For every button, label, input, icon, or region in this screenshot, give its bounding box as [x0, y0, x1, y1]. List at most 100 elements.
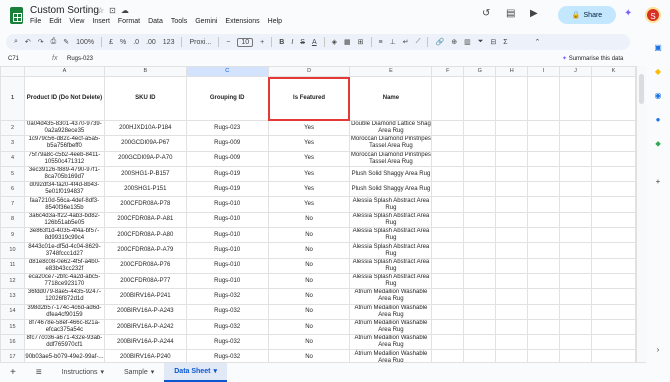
empty-cell[interactable]: [559, 349, 592, 362]
table-cell[interactable]: Yes: [267, 119, 351, 137]
empty-cell[interactable]: [495, 242, 529, 259]
empty-cell[interactable]: [463, 76, 497, 121]
table-cell[interactable]: 200CFDR08A-P78: [103, 196, 187, 213]
empty-cell[interactable]: [463, 211, 497, 229]
share-button[interactable]: 🔒 Share: [558, 6, 616, 24]
empty-cell[interactable]: [559, 181, 592, 198]
font-select[interactable]: Proxi...: [189, 39, 211, 46]
menu-file[interactable]: File: [30, 18, 41, 25]
table-cell[interactable]: 200CFDR08A-P-A79: [103, 242, 187, 259]
column-header[interactable]: I: [527, 66, 561, 77]
row-header[interactable]: 12: [0, 272, 25, 290]
table-cell[interactable]: Rugs-032: [185, 303, 269, 320]
empty-cell[interactable]: [559, 272, 592, 290]
empty-cell[interactable]: [495, 135, 529, 152]
empty-cell[interactable]: [527, 227, 561, 244]
menu-gemini[interactable]: Gemini: [195, 18, 217, 25]
empty-cell[interactable]: [463, 150, 497, 167]
select-all-corner[interactable]: [0, 66, 25, 77]
empty-cell[interactable]: [431, 181, 465, 198]
row-header[interactable]: 14: [0, 303, 25, 320]
empty-cell[interactable]: [559, 227, 592, 244]
empty-cell[interactable]: [591, 349, 636, 362]
empty-cell[interactable]: [591, 303, 636, 320]
table-cell[interactable]: Rugs-032: [185, 288, 269, 305]
insert-link-icon[interactable]: 🔗: [435, 38, 444, 46]
empty-cell[interactable]: [495, 76, 529, 121]
table-cell[interactable]: 200BIRV16A-P-A242: [103, 318, 187, 336]
row-header[interactable]: 2: [0, 119, 25, 137]
empty-cell[interactable]: [527, 165, 561, 183]
table-cell[interactable]: Rugs-009: [185, 150, 269, 167]
row-header[interactable]: 4: [0, 150, 25, 167]
empty-cell[interactable]: [591, 288, 636, 305]
bold-icon[interactable]: B: [279, 39, 284, 46]
column-header[interactable]: E: [349, 66, 433, 77]
insert-comment-icon[interactable]: ⊕: [451, 38, 457, 46]
table-cell[interactable]: Alessia Splash Abstract Area Rug: [349, 242, 433, 259]
text-rotation-icon[interactable]: ⟋: [416, 38, 421, 46]
table-cell[interactable]: No: [267, 272, 351, 290]
empty-cell[interactable]: [495, 303, 529, 320]
column-header[interactable]: B: [103, 66, 187, 77]
empty-cell[interactable]: [495, 211, 529, 229]
empty-cell[interactable]: [591, 119, 636, 137]
table-cell[interactable]: Plush Solid Shaggy Area Rug: [349, 165, 433, 183]
table-cell[interactable]: Moroccan Diamond Pinstripes Tassel Area …: [349, 150, 433, 167]
empty-cell[interactable]: [559, 76, 592, 121]
table-cell[interactable]: 0a04d435-8301-4370-9739-0a2a928ece35: [23, 119, 105, 137]
empty-cell[interactable]: [463, 288, 497, 305]
table-cell[interactable]: Rugs-010: [185, 227, 269, 244]
empty-cell[interactable]: [431, 119, 465, 137]
empty-cell[interactable]: [527, 334, 561, 351]
italic-icon[interactable]: I: [291, 39, 293, 46]
empty-cell[interactable]: [431, 288, 465, 305]
table-cell[interactable]: 200BIRV16A-P240: [103, 349, 187, 362]
table-cell[interactable]: Atrium Medallion Washable Area Rug: [349, 349, 433, 362]
table-cell[interactable]: No: [267, 211, 351, 229]
empty-cell[interactable]: [463, 135, 497, 152]
empty-cell[interactable]: [527, 150, 561, 167]
empty-cell[interactable]: [431, 227, 465, 244]
table-cell[interactable]: 200GCDI09A-P-A70: [103, 150, 187, 167]
table-cell[interactable]: Alessia Splash Abstract Area Rug: [349, 227, 433, 244]
column-header[interactable]: H: [495, 66, 529, 77]
table-cell[interactable]: No: [267, 288, 351, 305]
row-header[interactable]: 1: [0, 76, 25, 121]
menu-view[interactable]: View: [69, 18, 84, 25]
empty-cell[interactable]: [495, 334, 529, 351]
percent-button[interactable]: %: [120, 39, 126, 46]
empty-cell[interactable]: [559, 318, 592, 336]
empty-cell[interactable]: [431, 211, 465, 229]
empty-cell[interactable]: [527, 196, 561, 213]
text-wrap-icon[interactable]: ↵: [403, 38, 409, 46]
empty-cell[interactable]: [463, 272, 497, 290]
empty-cell[interactable]: [463, 318, 497, 336]
empty-cell[interactable]: [559, 135, 592, 152]
table-cell[interactable]: Yes: [267, 181, 351, 198]
borders-icon[interactable]: ▦: [344, 38, 351, 46]
empty-cell[interactable]: [559, 119, 592, 137]
empty-cell[interactable]: [527, 135, 561, 152]
empty-cell[interactable]: [559, 288, 592, 305]
row-header[interactable]: 3: [0, 135, 25, 152]
empty-cell[interactable]: [495, 227, 529, 244]
table-cell[interactable]: Rugs-019: [185, 165, 269, 183]
empty-cell[interactable]: [527, 181, 561, 198]
menu-edit[interactable]: Edit: [49, 18, 61, 25]
row-header[interactable]: 16: [0, 334, 25, 351]
empty-cell[interactable]: [591, 242, 636, 259]
table-cell[interactable]: 3ec39126-f889-4790-97f1-8ca705b169d7: [23, 165, 105, 183]
empty-cell[interactable]: [463, 334, 497, 351]
empty-cell[interactable]: [463, 196, 497, 213]
table-cell[interactable]: Yes: [267, 196, 351, 213]
table-cell[interactable]: 398d2b57-174c-4c6d-ad6d-dfea4cf90159: [23, 303, 105, 320]
header-cell[interactable]: SKU ID: [103, 76, 187, 121]
empty-cell[interactable]: [495, 257, 529, 274]
table-cell[interactable]: No: [267, 257, 351, 274]
all-sheets-button[interactable]: ≡: [26, 363, 52, 382]
undo-icon[interactable]: ↶: [25, 38, 31, 46]
empty-cell[interactable]: [431, 272, 465, 290]
empty-cell[interactable]: [559, 242, 592, 259]
menu-data[interactable]: Data: [148, 18, 163, 25]
